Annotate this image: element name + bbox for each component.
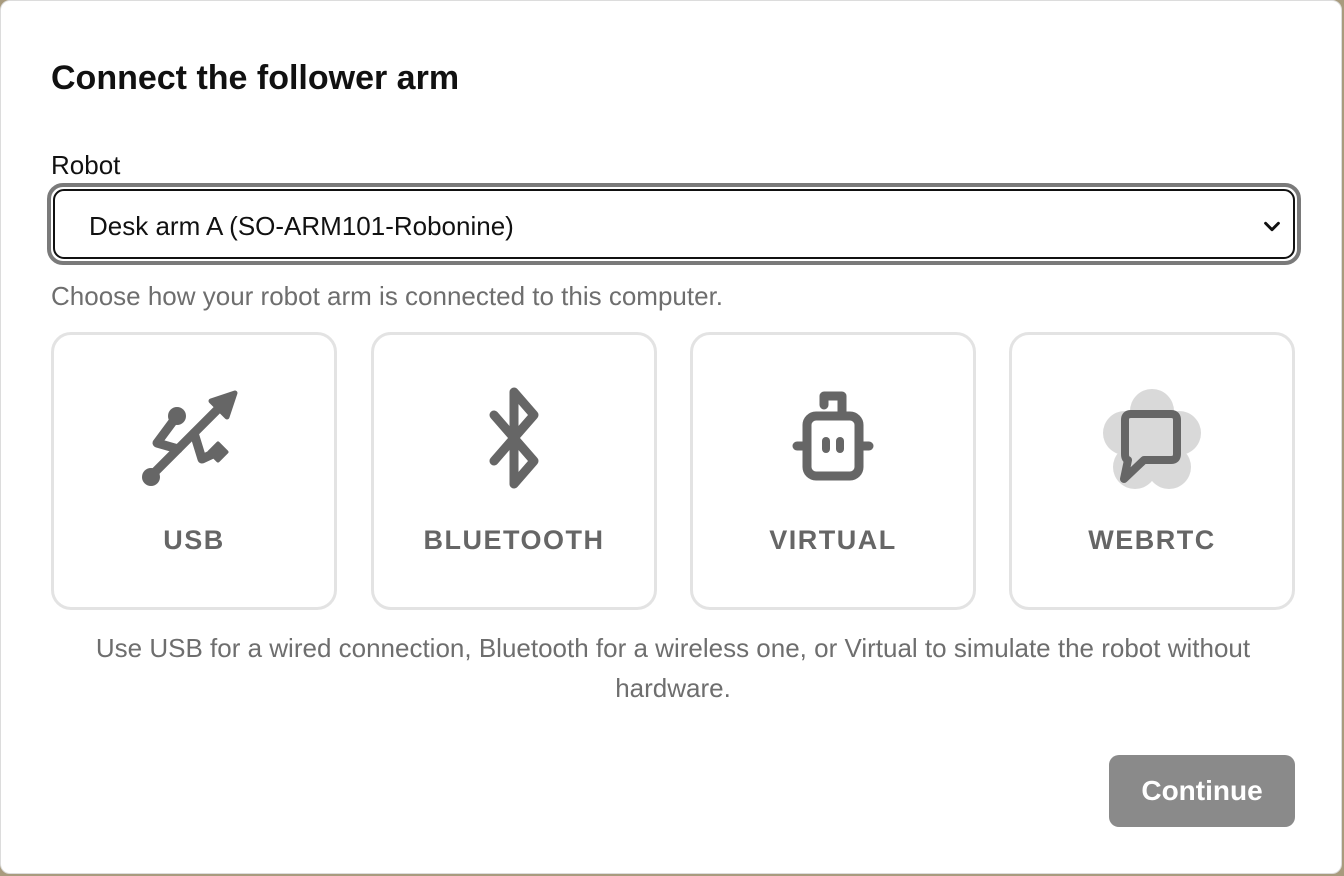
option-virtual[interactable]: VIRTUAL bbox=[690, 332, 976, 610]
connection-helper-text: Choose how your robot arm is connected t… bbox=[51, 281, 724, 311]
robot-select-value: Desk arm A (SO-ARM101-Robonine) bbox=[89, 211, 514, 241]
continue-button[interactable]: Continue bbox=[1109, 755, 1295, 827]
chevron-down-icon bbox=[1264, 221, 1280, 232]
option-webrtc[interactable]: WEBRTC bbox=[1009, 332, 1295, 610]
robot-select[interactable]: Desk arm A (SO-ARM101-Robonine) bbox=[47, 183, 1301, 265]
option-bluetooth-label: BLUETOOTH bbox=[423, 525, 605, 555]
option-webrtc-label: WEBRTC bbox=[1088, 525, 1216, 555]
connect-dialog: Connect the follower arm Robot Desk arm … bbox=[0, 0, 1342, 874]
option-virtual-label: VIRTUAL bbox=[769, 525, 897, 555]
dialog-title: Connect the follower arm bbox=[51, 59, 460, 97]
robot-icon bbox=[792, 391, 874, 481]
option-usb-label: USB bbox=[163, 525, 225, 555]
option-bluetooth[interactable]: BLUETOOTH bbox=[371, 332, 657, 610]
chat-bubble-icon bbox=[1103, 389, 1201, 489]
option-usb[interactable]: USB bbox=[51, 332, 337, 610]
bluetooth-icon bbox=[489, 387, 539, 489]
connection-note: Use USB for a wired connection, Bluetoot… bbox=[95, 633, 1251, 703]
robot-field-label: Robot bbox=[51, 150, 121, 180]
usb-icon bbox=[142, 390, 238, 486]
robot-select-box[interactable]: Desk arm A (SO-ARM101-Robonine) bbox=[53, 189, 1295, 259]
